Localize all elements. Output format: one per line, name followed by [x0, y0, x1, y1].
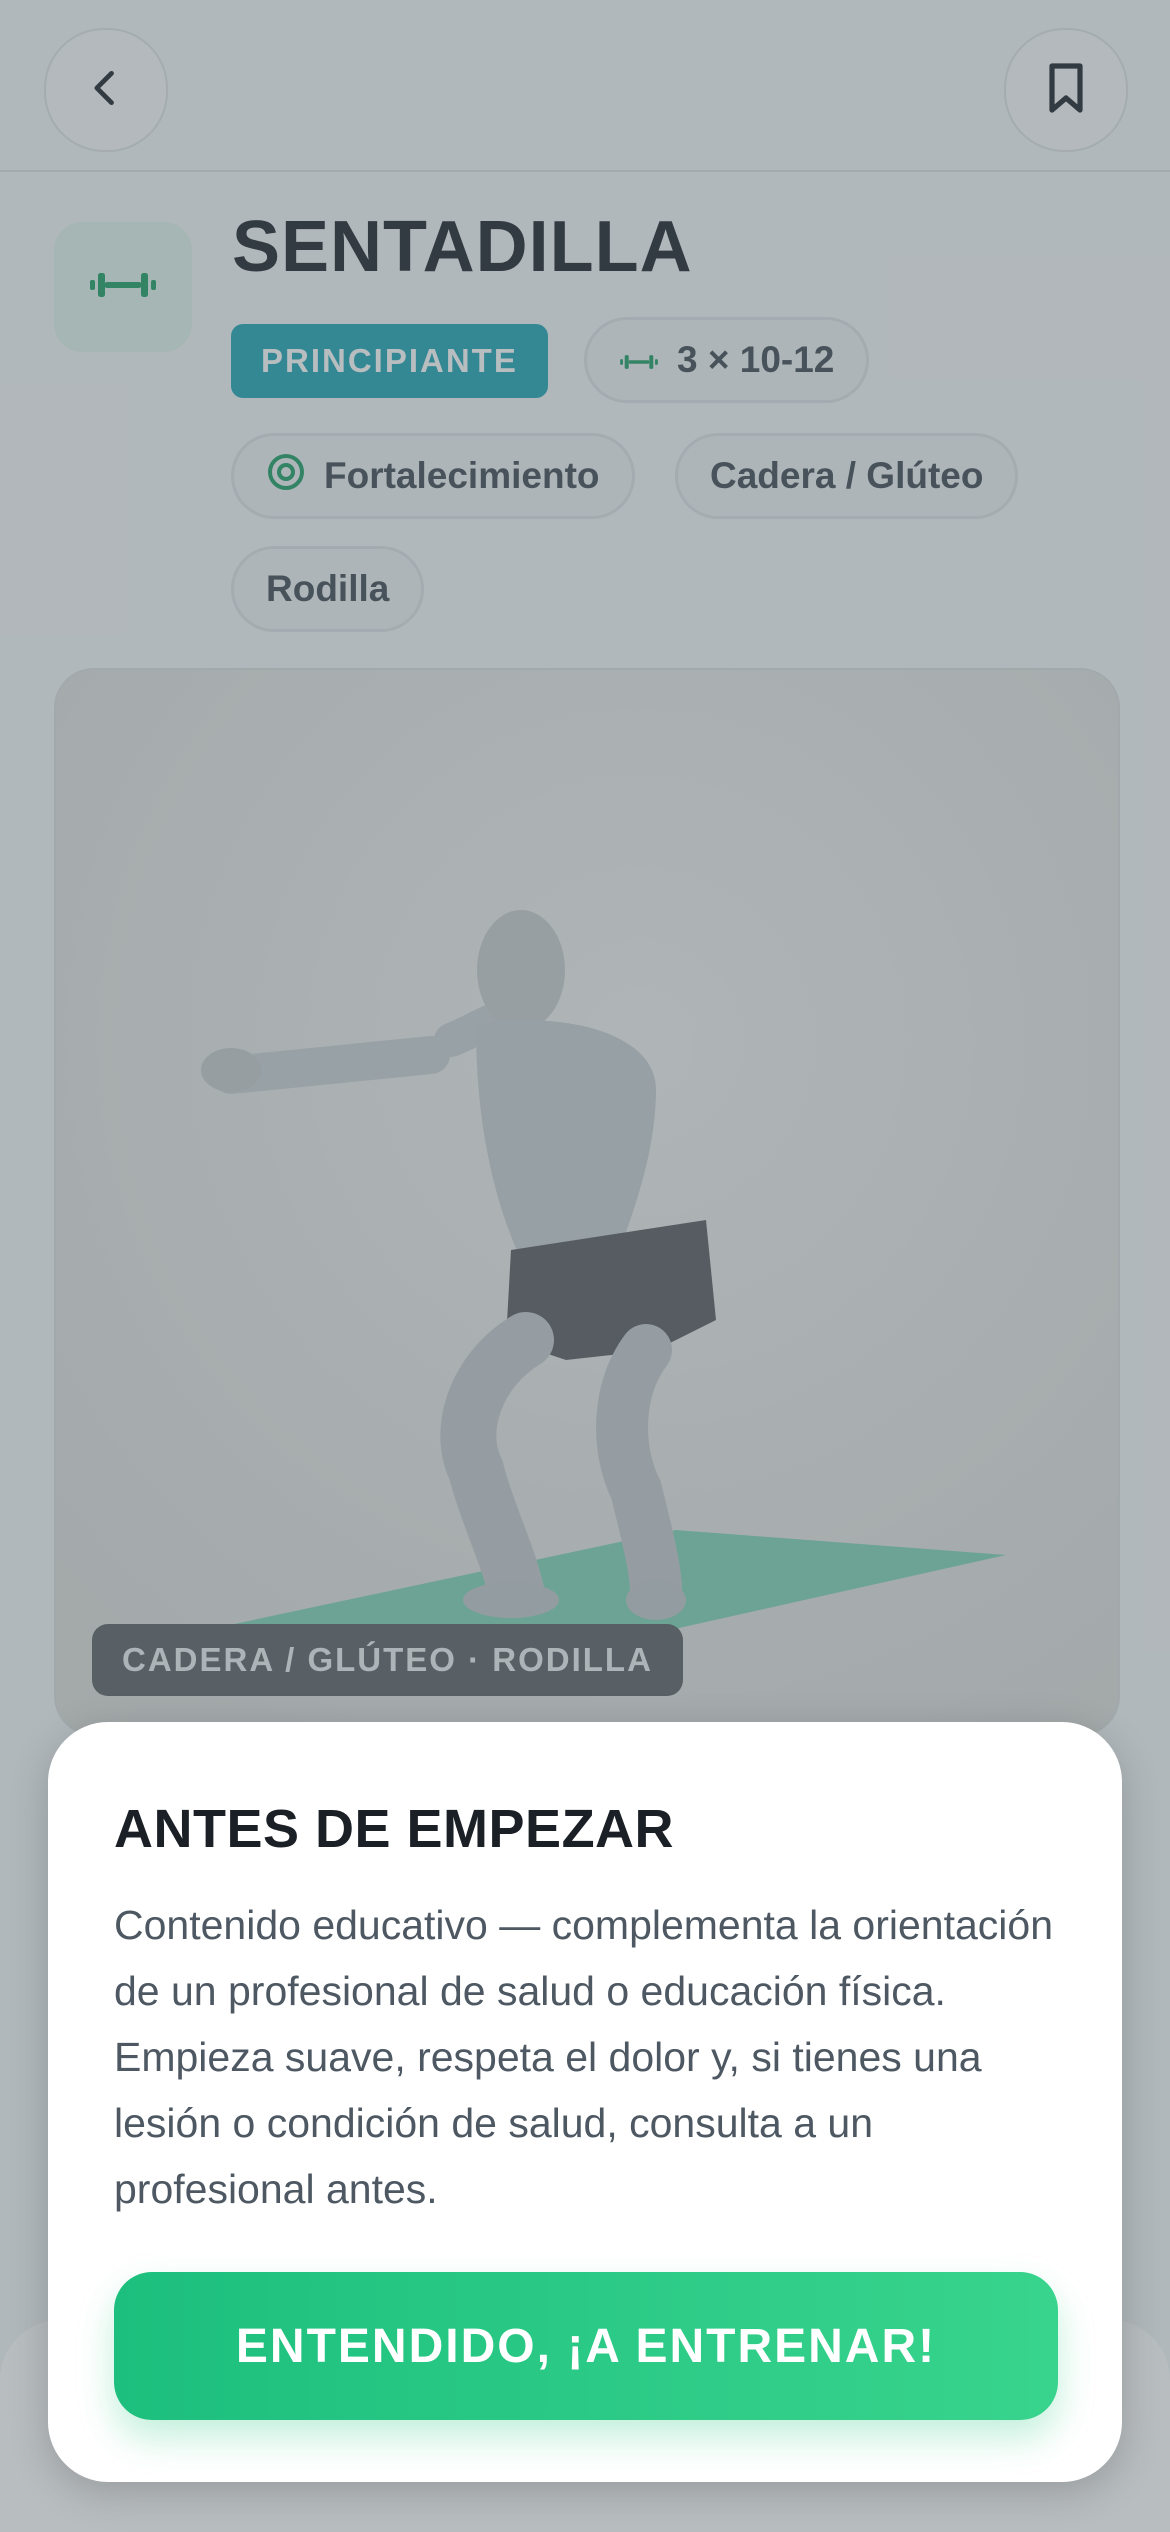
confirm-start-button[interactable]: ENTENDIDO, ¡A ENTRENAR! [114, 2272, 1058, 2420]
modal-body-text: Contenido educativo — complementa la ori… [114, 1902, 1053, 2212]
exercise-detail-screen: SENTADILLA PRINCIPIANTE 3 × 10-12 Fortal… [0, 0, 1170, 2532]
modal-title: ANTES DE EMPEZAR [114, 1799, 675, 1859]
disclaimer-modal: ANTES DE EMPEZAR Contenido educativo — c… [48, 1722, 1122, 2482]
